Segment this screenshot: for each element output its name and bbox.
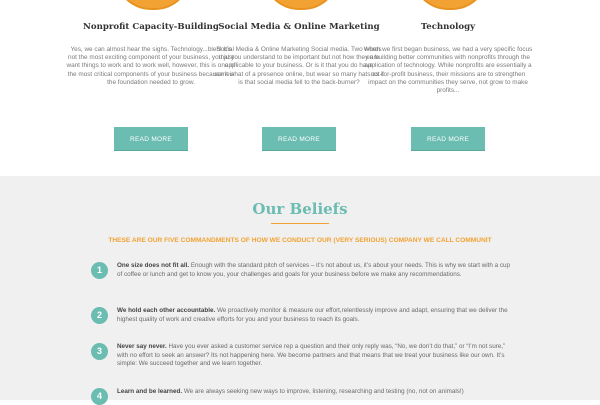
belief-text: Never say never. Have you ever asked a c… — [117, 343, 517, 369]
belief-number-badge: 4 — [91, 388, 108, 405]
beliefs-subtitle: THESE ARE OUR FIVE COMMANDMENTS OF HOW W… — [108, 237, 492, 244]
beliefs-title: Our Beliefs — [252, 200, 348, 218]
belief-body: Have you ever asked a customer service r… — [117, 343, 506, 368]
belief-number-badge: 1 — [91, 262, 108, 279]
belief-text: One size does not fit all. Enough with t… — [117, 262, 517, 279]
read-more-button[interactable]: READ MORE — [262, 127, 336, 150]
service-icon-circle — [263, 0, 339, 10]
belief-heading: Learn and be learned. — [117, 388, 183, 395]
read-more-button[interactable]: READ MORE — [411, 127, 485, 150]
service-description: Yes, we can almost hear the sighs. Techn… — [66, 46, 236, 86]
service-description: Social Media & Online Marketing Social m… — [214, 46, 384, 86]
belief-heading: We hold each other accountable. — [117, 307, 216, 314]
services-section: Nonprofit Capacity-Building Yes, we can … — [0, 0, 600, 176]
service-icon-circle — [412, 0, 488, 10]
belief-text: We hold each other accountable. We proac… — [117, 307, 517, 324]
belief-number-badge: 2 — [91, 307, 108, 324]
belief-heading: One size does not fit all. — [117, 262, 190, 269]
belief-text: Learn and be learned. We are always seek… — [117, 388, 517, 397]
beliefs-section: Our Beliefs THESE ARE OUR FIVE COMMANDME… — [0, 176, 600, 405]
belief-body: We are always seeking new ways to improv… — [182, 388, 464, 395]
service-icon-circle — [115, 0, 191, 10]
service-title: Technology — [420, 22, 476, 32]
service-description: When we first began business, we had a v… — [363, 46, 533, 95]
read-more-button[interactable]: READ MORE — [114, 127, 188, 150]
belief-heading: Never say never. — [117, 343, 167, 350]
belief-number-badge: 3 — [91, 343, 108, 360]
title-divider — [271, 223, 329, 224]
